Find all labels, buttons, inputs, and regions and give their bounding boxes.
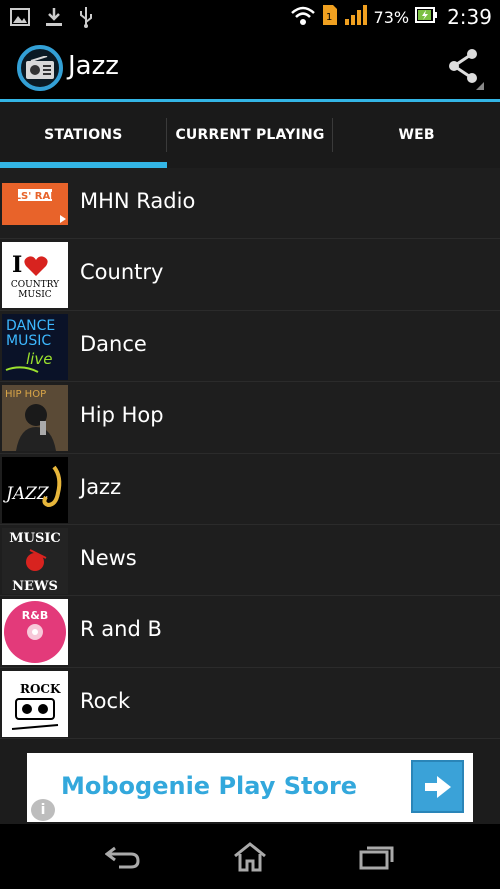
station-label: Hip Hop: [80, 403, 164, 428]
station-list: PULS' RADIO MHN Radio I COUNTRY MUSIC Co…: [0, 168, 500, 746]
svg-text:MUSIC: MUSIC: [9, 531, 61, 546]
station-item-mhn-radio[interactable]: PULS' RADIO MHN Radio: [0, 168, 500, 240]
svg-text:MUSIC: MUSIC: [18, 290, 52, 300]
gallery-icon: [10, 7, 30, 31]
station-label: News: [80, 545, 137, 570]
ad-text: Mobogenie Play Store: [61, 772, 358, 800]
status-bar: 1 73% 2:39: [0, 0, 500, 36]
battery-icon: [415, 7, 438, 27]
svg-text:PULS' RADIO: PULS' RADIO: [2, 191, 68, 202]
ad-arrow-button[interactable]: [411, 760, 464, 813]
share-icon: [449, 49, 484, 90]
radio-icon[interactable]: [17, 45, 63, 91]
action-bar: Jazz: [0, 36, 500, 100]
station-thumbnail: I COUNTRY MUSIC: [2, 242, 68, 309]
share-button[interactable]: [442, 44, 486, 92]
tab-current-playing[interactable]: CURRENT PLAYING: [167, 102, 334, 168]
recent-apps-icon: [359, 846, 394, 869]
back-icon: [105, 846, 140, 868]
svg-text:ROCK: ROCK: [20, 682, 61, 696]
tab-web[interactable]: WEB: [333, 102, 500, 168]
svg-text:HIP HOP: HIP HOP: [5, 389, 46, 400]
station-item-hip-hop[interactable]: HIP HOP Hip Hop: [0, 382, 500, 454]
station-label: R and B: [80, 617, 162, 642]
station-thumbnail: ROCK: [2, 670, 68, 737]
station-thumbnail: DANCE MUSIC live: [2, 313, 68, 380]
station-thumbnail: HIP HOP: [2, 385, 68, 452]
station-label: Rock: [80, 688, 131, 713]
wifi-icon: [290, 4, 316, 30]
svg-text:live: live: [26, 350, 52, 368]
station-item-r-and-b[interactable]: R&B R and B: [0, 596, 500, 668]
station-label: Country: [80, 260, 164, 285]
navigation-bar: [0, 824, 500, 889]
station-thumbnail: R&B: [2, 599, 68, 666]
svg-text:NEWS: NEWS: [12, 579, 58, 594]
recent-apps-button[interactable]: [352, 832, 402, 882]
station-thumbnail: JAZZ: [2, 456, 68, 523]
station-item-news[interactable]: MUSIC NEWS News: [0, 524, 500, 597]
svg-text:R&B: R&B: [22, 609, 48, 622]
station-item-country[interactable]: I COUNTRY MUSIC Country: [0, 239, 500, 311]
ad-info-icon[interactable]: i: [31, 799, 55, 821]
station-label: MHN Radio: [80, 189, 196, 213]
arrow-right-icon: [424, 775, 451, 798]
svg-text:COUNTRY: COUNTRY: [11, 280, 60, 290]
home-icon: [234, 841, 266, 871]
sim-icon: 1: [322, 4, 338, 30]
station-thumbnail: PULS' RADIO: [2, 171, 68, 237]
station-item-rock[interactable]: ROCK Rock: [0, 667, 500, 740]
usb-icon: [78, 6, 94, 32]
ad-area: Mobogenie Play Store: [0, 746, 500, 824]
clock: 2:39: [447, 5, 492, 29]
signal-icon: [344, 4, 368, 30]
station-thumbnail: MUSIC NEWS: [2, 527, 68, 594]
svg-text:I: I: [12, 252, 22, 278]
tab-stations-label: STATIONS: [44, 127, 123, 143]
tab-current-playing-label: CURRENT PLAYING: [175, 127, 325, 143]
svg-text:DANCE: DANCE: [6, 318, 55, 334]
back-button[interactable]: [98, 832, 148, 882]
ad-banner[interactable]: Mobogenie Play Store: [27, 753, 473, 822]
tab-web-label: WEB: [398, 127, 435, 143]
station-item-dance[interactable]: DANCE MUSIC live Dance: [0, 310, 500, 383]
tab-stations[interactable]: STATIONS: [0, 102, 167, 168]
svg-text:MUSIC: MUSIC: [6, 333, 51, 349]
download-icon: [44, 7, 64, 31]
home-button[interactable]: [225, 832, 275, 882]
svg-text:1: 1: [326, 12, 332, 23]
battery-percent: 73%: [373, 7, 410, 27]
tab-bar: STATIONS CURRENT PLAYING WEB: [0, 102, 500, 168]
station-item-jazz[interactable]: JAZZ Jazz: [0, 453, 500, 525]
station-label: Dance: [80, 331, 147, 356]
station-label: Jazz: [80, 474, 122, 499]
page-title: Jazz: [68, 51, 119, 81]
